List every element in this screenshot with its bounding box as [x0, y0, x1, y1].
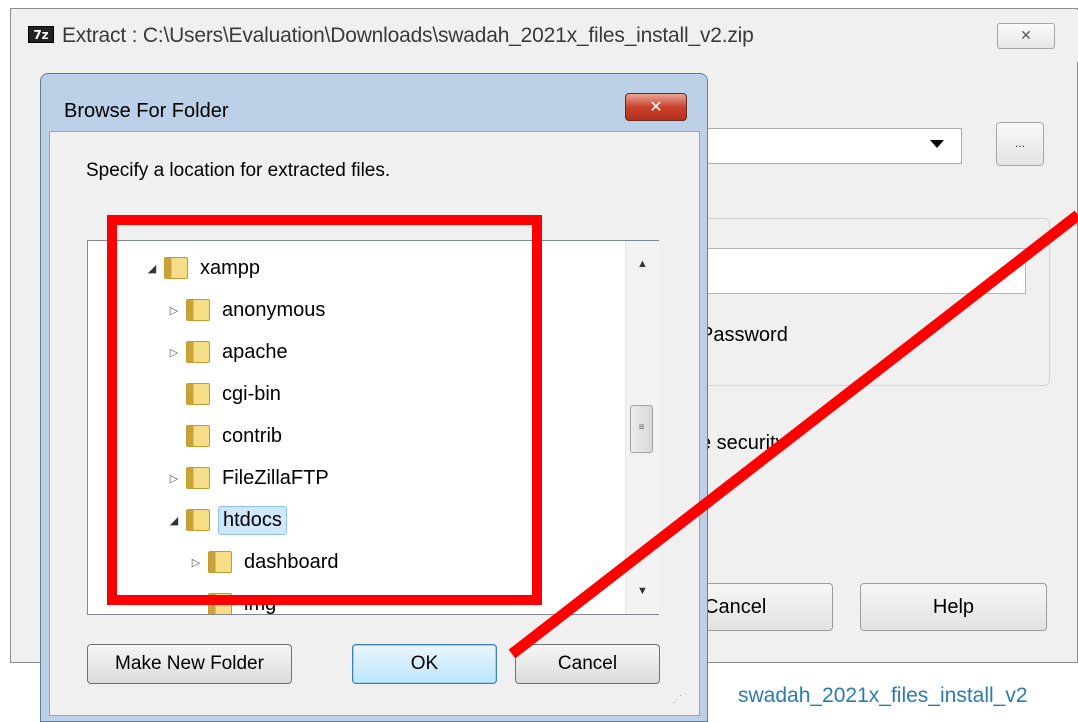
annotation-pointer-line	[508, 210, 1078, 659]
annotation-line	[508, 210, 1078, 659]
